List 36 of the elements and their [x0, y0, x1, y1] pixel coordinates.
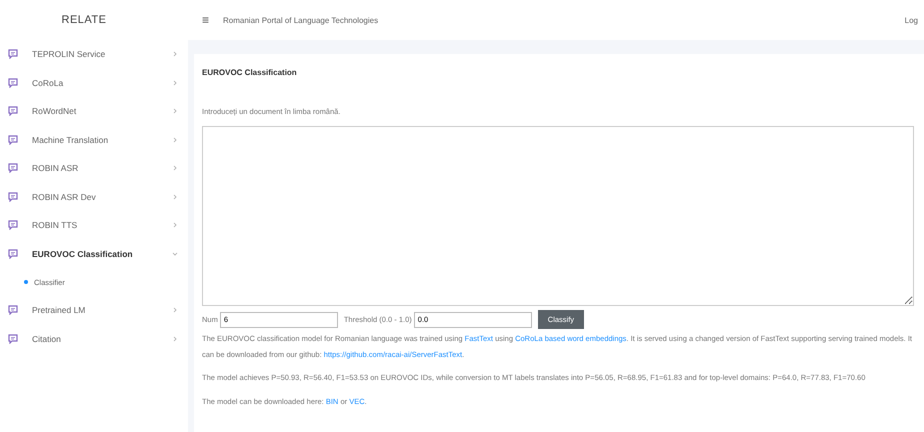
sidebar-item[interactable]: Pretrained LM: [0, 296, 188, 324]
chevron-right-icon: [172, 80, 178, 86]
sidebar-item[interactable]: TEPROLIN Service: [0, 40, 188, 68]
chat-icon: [8, 49, 18, 60]
sidebar-item[interactable]: ROBIN ASR: [0, 154, 188, 182]
sidebar-item[interactable]: ROBIN ASR Dev: [0, 182, 188, 211]
chevron-right-icon: [172, 222, 178, 228]
chat-icon: [8, 163, 18, 174]
document-input[interactable]: [202, 126, 914, 306]
sidebar-item[interactable]: Citation: [0, 324, 188, 353]
login-link[interactable]: Log: [904, 16, 922, 24]
chat-icon: [8, 305, 18, 316]
chevron-right-icon: [172, 307, 178, 314]
chat-icon: [8, 220, 18, 230]
chevron-right-icon: [172, 108, 178, 114]
chevron-right-icon: [172, 194, 178, 200]
sidebar-item[interactable]: EUROVOC Classification: [0, 240, 188, 268]
chat-icon: [8, 106, 18, 116]
chevron-right-icon: [172, 165, 178, 172]
chevron-down-icon: [172, 250, 178, 257]
page-title: Romanian Portal of Language Technologies: [223, 16, 380, 24]
chat-icon: [8, 334, 18, 344]
card-title: EUROVOC Classification: [202, 68, 298, 77]
chat-icon: [8, 192, 18, 202]
menu-icon[interactable]: ≡: [202, 13, 210, 27]
sidebar-item[interactable]: RoWordNet: [0, 97, 188, 126]
brand-title: RELATE: [60, 13, 108, 28]
chat-icon: [8, 78, 18, 88]
chat-icon: [8, 134, 18, 145]
chevron-right-icon: [172, 136, 178, 143]
sidebar-item[interactable]: CoRoLa: [0, 68, 188, 97]
sidebar-item[interactable]: Machine Translation: [0, 126, 188, 154]
chevron-right-icon: [172, 51, 178, 58]
chevron-right-icon: [172, 336, 178, 342]
sidebar-item[interactable]: ROBIN TTS: [0, 211, 188, 240]
chat-icon: [8, 248, 18, 259]
